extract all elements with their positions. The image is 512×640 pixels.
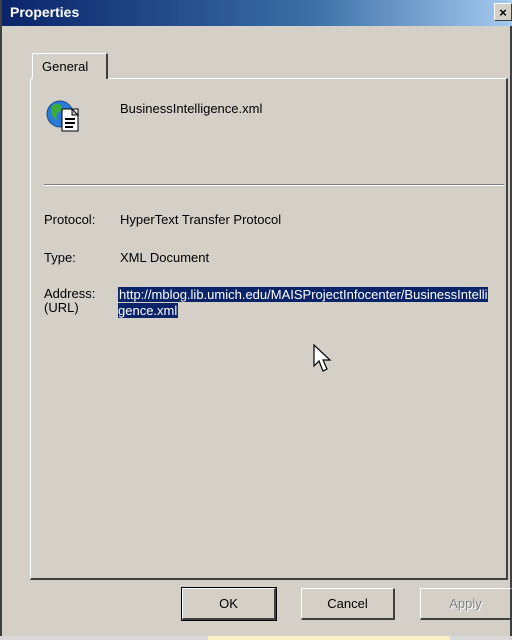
taskbar-edge	[0, 636, 512, 640]
address-url-selected[interactable]: http://mblog.lib.umich.edu/MAISProjectIn…	[118, 287, 488, 318]
type-value: XML Document	[120, 250, 210, 265]
address-label-line2: (URL)	[44, 300, 79, 315]
tab-general-label: General	[42, 59, 89, 74]
xml-document-icon	[46, 100, 80, 132]
tab-general[interactable]: General	[32, 53, 108, 79]
close-button[interactable]: ×	[494, 3, 512, 21]
ok-button[interactable]: OK	[181, 587, 277, 621]
taskbar-edge-highlight	[208, 636, 450, 640]
apply-button: Apply	[420, 588, 512, 620]
address-label-line1: Address:	[44, 286, 96, 301]
address-label: Address: (URL)	[44, 287, 95, 315]
protocol-label: Protocol:	[44, 212, 96, 227]
address-value[interactable]: http://mblog.lib.umich.edu/MAISProjectIn…	[118, 287, 488, 319]
window-title: Properties	[10, 4, 80, 20]
title-bar[interactable]: Properties ×	[2, 0, 512, 26]
protocol-value: HyperText Transfer Protocol	[120, 212, 282, 227]
file-name: BusinessIntelligence.xml	[120, 101, 263, 116]
close-icon: ×	[499, 5, 507, 20]
general-panel	[30, 78, 508, 580]
type-label: Type:	[44, 250, 76, 265]
separator	[44, 184, 504, 186]
cancel-button[interactable]: Cancel	[301, 588, 395, 620]
properties-dialog: Properties × General BusinessIntelligenc…	[0, 0, 512, 636]
mouse-pointer-icon	[313, 344, 332, 372]
